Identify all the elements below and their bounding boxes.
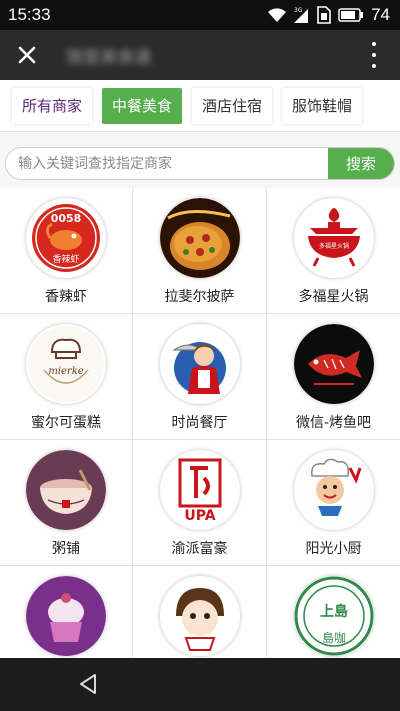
- svg-text:UPA: UPA: [184, 508, 215, 524]
- merchant-name: 微信-烤鱼吧: [295, 415, 372, 431]
- battery-level: 74: [371, 5, 390, 24]
- search-button[interactable]: 搜索: [328, 148, 394, 179]
- yupai-logo: UPA: [159, 450, 240, 530]
- merchant-name: 渝派富豪: [171, 541, 228, 557]
- porridge-logo: [26, 450, 106, 530]
- merchant-card[interactable]: 阳光小厨: [267, 440, 400, 566]
- merchant-name: 多福星火锅: [298, 289, 369, 305]
- back-nav-icon[interactable]: [76, 672, 100, 696]
- more-icon: [372, 42, 376, 46]
- merchant-name: 粥铺: [52, 541, 80, 557]
- navigation-bar: [0, 658, 400, 711]
- merchant-grid: 0058 香辣虾 香辣虾 拉斐尔披萨 多福星火锅 多福星火锅 mierke 蜜尔…: [0, 188, 400, 658]
- search-row: 搜索: [0, 132, 400, 188]
- merchant-name: 时尚餐厅: [171, 415, 228, 431]
- svg-text:3G: 3G: [294, 7, 303, 14]
- svg-text:0058: 0058: [51, 212, 82, 225]
- close-button[interactable]: [0, 30, 54, 80]
- merchant-card[interactable]: 上島 島咖: [267, 566, 400, 658]
- battery-icon: [338, 8, 364, 22]
- status-time: 15:33: [8, 5, 51, 24]
- svg-text:香辣虾: 香辣虾: [52, 253, 79, 265]
- svg-text:mierke: mierke: [48, 366, 83, 377]
- search-input[interactable]: [6, 148, 328, 179]
- svg-text:上島: 上島: [320, 603, 348, 620]
- merchant-name: 香辣虾: [45, 289, 87, 305]
- merchant-card[interactable]: 微信-烤鱼吧: [267, 314, 400, 440]
- shrimp-logo: 0058 香辣虾: [26, 198, 106, 278]
- merchant-card[interactable]: 时尚餐厅: [133, 314, 267, 440]
- merchant-card[interactable]: UPA 渝派富豪: [133, 440, 267, 566]
- app-title: 锦里美食通: [66, 47, 151, 68]
- svg-text:多福星火锅: 多福星火锅: [318, 242, 348, 250]
- pizza-logo: [159, 198, 240, 278]
- chef-logo: [293, 450, 374, 530]
- more-options-button[interactable]: [370, 42, 378, 68]
- merchant-card[interactable]: mierke 蜜尔可蛋糕: [0, 314, 133, 440]
- merchant-name: 拉斐尔披萨: [164, 289, 235, 305]
- cartoon-girl-logo: [159, 576, 240, 656]
- fish-logo: [293, 324, 374, 404]
- cupcake-logo: [26, 576, 106, 656]
- merchant-card[interactable]: [133, 566, 267, 658]
- signal-icon: 3G: [294, 7, 309, 23]
- merchant-name: 阳光小厨: [305, 541, 362, 557]
- cake-logo: mierke: [26, 324, 106, 404]
- shangdao-coffee-logo: 上島 島咖: [293, 576, 374, 656]
- category-tabs: 所有商家 中餐美食 酒店住宿 服饰鞋帽: [0, 80, 400, 132]
- app-bar: 锦里美食通: [0, 30, 400, 80]
- tab-clothing[interactable]: 服饰鞋帽: [282, 87, 363, 124]
- merchant-card[interactable]: 拉斐尔披萨: [133, 188, 267, 314]
- tab-chinese-food[interactable]: 中餐美食: [102, 87, 183, 124]
- tab-hotel[interactable]: 酒店住宿: [192, 87, 273, 124]
- hotpot-logo: 多福星火锅: [293, 198, 374, 278]
- wifi-icon: [268, 8, 287, 22]
- status-bar: 15:33 3G 74: [0, 0, 400, 30]
- svg-text:島咖: 島咖: [321, 630, 345, 645]
- merchant-card[interactable]: 粥铺: [0, 440, 133, 566]
- close-icon: [18, 46, 36, 64]
- sim-icon: [317, 6, 331, 24]
- merchant-name: 蜜尔可蛋糕: [31, 415, 101, 431]
- merchant-card[interactable]: 0058 香辣虾 香辣虾: [0, 188, 133, 314]
- waitress-logo: [159, 324, 240, 404]
- search-box: 搜索: [5, 147, 395, 180]
- merchant-card[interactable]: 多福星火锅 多福星火锅: [267, 188, 400, 314]
- merchant-card[interactable]: [0, 566, 133, 658]
- status-icons: 3G 74: [267, 5, 390, 25]
- tab-all-merchants[interactable]: 所有商家: [12, 87, 93, 124]
